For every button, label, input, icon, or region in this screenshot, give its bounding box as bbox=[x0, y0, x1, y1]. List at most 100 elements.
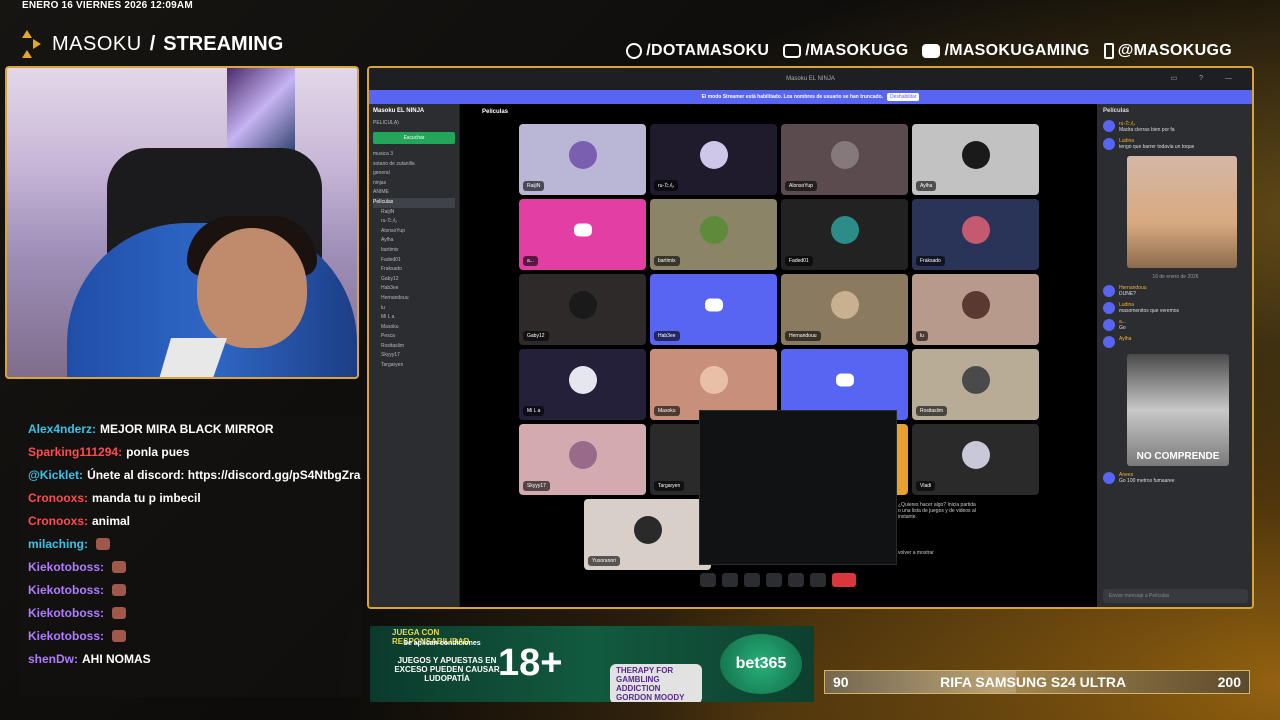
message-text: Go bbox=[1119, 325, 1126, 331]
chat-username[interactable]: Kiekotoboss: bbox=[28, 580, 104, 600]
chat-username[interactable]: Kiekotoboss: bbox=[28, 626, 104, 646]
participant-tile[interactable]: Faded01 bbox=[781, 199, 908, 270]
chat-message: Cronooxs: manda tu p imbecil bbox=[20, 486, 362, 509]
activities-button[interactable] bbox=[766, 573, 782, 587]
voice-member[interactable]: Mi L a bbox=[373, 313, 455, 323]
avatar[interactable] bbox=[1103, 336, 1115, 348]
participant-tile[interactable]: Rositaslim bbox=[912, 349, 1039, 420]
participant-name: ru-たん bbox=[654, 180, 679, 191]
chat-username[interactable]: Kiekotoboss: bbox=[28, 557, 104, 577]
voice-member[interactable]: Masoku bbox=[373, 323, 455, 333]
participant-tile[interactable]: Yusoranori bbox=[584, 499, 711, 570]
chat-username[interactable]: Cronooxs: bbox=[28, 488, 88, 508]
channel-item[interactable]: Películas bbox=[373, 197, 455, 208]
message-author[interactable]: Aylha bbox=[1119, 336, 1131, 342]
participant-tile[interactable]: Hernandouu bbox=[781, 274, 908, 345]
ad-line2: Se aplican condiciones bbox=[403, 640, 481, 647]
voice-member[interactable]: bartimix bbox=[373, 246, 455, 256]
channel-item[interactable]: ninjas bbox=[373, 179, 455, 189]
channel-item[interactable]: musica 3 bbox=[373, 150, 455, 160]
activity-popup[interactable] bbox=[699, 410, 897, 565]
participant-tile[interactable]: bartimix bbox=[650, 199, 777, 270]
voice-member[interactable]: Pesca bbox=[373, 332, 455, 342]
disable-streamer-button[interactable]: Deshabilitar bbox=[887, 93, 920, 101]
participant-tile[interactable]: Mi L a bbox=[519, 349, 646, 420]
cartoon-image[interactable] bbox=[1127, 156, 1237, 268]
discord-logo-icon bbox=[835, 373, 854, 387]
chat-text: MEJOR MIRA BLACK MIRROR bbox=[100, 421, 274, 436]
voice-member[interactable]: Hernandouu bbox=[373, 294, 455, 304]
chat-message: Aylha bbox=[1103, 336, 1248, 348]
voice-member[interactable]: Faded01 bbox=[373, 256, 455, 266]
participant-name: Fraksado bbox=[916, 256, 945, 266]
streamer-mode-banner: El modo Streamer está habilitado. Los no… bbox=[369, 90, 1252, 104]
voice-controls bbox=[700, 570, 900, 590]
participant-tile[interactable]: a... bbox=[519, 199, 646, 270]
voice-member[interactable]: RaijiN bbox=[373, 208, 455, 218]
screen-share-button[interactable] bbox=[744, 573, 760, 587]
chat-text: Únete al discord: https://discord.gg/pS4… bbox=[87, 467, 361, 482]
participant-tile[interactable]: Aylha bbox=[912, 124, 1039, 195]
participant-tile[interactable]: Gaby12 bbox=[519, 274, 646, 345]
participant-tile[interactable]: ru-たん bbox=[650, 124, 777, 195]
voice-member[interactable]: Aylha bbox=[373, 236, 455, 246]
voice-member[interactable]: Gaby12 bbox=[373, 275, 455, 285]
mic-button[interactable] bbox=[700, 573, 716, 587]
avatar[interactable] bbox=[1103, 302, 1115, 314]
voice-member[interactable]: Rositaslim bbox=[373, 342, 455, 352]
chat-message: @Kicklet: Únete al discord: https://disco… bbox=[20, 463, 362, 486]
participant-tile[interactable]: Vladi bbox=[912, 424, 1039, 495]
camera-button[interactable] bbox=[722, 573, 738, 587]
channel-item[interactable]: general bbox=[373, 169, 455, 179]
voice-member[interactable]: Skyyy17 bbox=[373, 351, 455, 361]
participant-tile[interactable]: Hab3ee bbox=[650, 274, 777, 345]
avatar[interactable] bbox=[1103, 138, 1115, 150]
chat-message: Sparking111294: ponla pues bbox=[20, 440, 362, 463]
chat-message: Cronooxs: animal bbox=[20, 509, 362, 532]
server-name[interactable]: Masoku EL NINJA bbox=[373, 108, 455, 114]
participant-tile[interactable]: lu bbox=[912, 274, 1039, 345]
join-event-button[interactable]: Escuchar bbox=[373, 132, 455, 144]
participant-name: Targaryen bbox=[654, 481, 685, 491]
avatar bbox=[830, 291, 859, 320]
window-controls[interactable]: ▭ ? — bbox=[1171, 68, 1242, 90]
tiktok-icon bbox=[1103, 43, 1114, 59]
discord-logo-icon bbox=[573, 223, 592, 237]
message-text: masomenitos que veremos bbox=[1119, 308, 1180, 314]
rabbit-gif[interactable]: NO COMPRENDE bbox=[1127, 354, 1229, 466]
chat-username[interactable]: Kiekotoboss: bbox=[28, 603, 104, 623]
voice-member[interactable]: Targaryen bbox=[373, 361, 455, 371]
voice-member[interactable]: AlonsoYup bbox=[373, 227, 455, 237]
chat-username[interactable]: Cronooxs: bbox=[28, 511, 88, 531]
chat-username[interactable]: Sparking111294: bbox=[28, 442, 122, 462]
participant-tile[interactable]: Fraksado bbox=[912, 199, 1039, 270]
chat-username[interactable]: Alex4nderz: bbox=[28, 419, 96, 439]
message-author[interactable]: ru-たん bbox=[1119, 120, 1175, 127]
voice-member[interactable]: Fraksado bbox=[373, 265, 455, 275]
chat-username[interactable]: @Kicklet: bbox=[28, 465, 83, 485]
avatar[interactable] bbox=[1103, 120, 1115, 132]
avatar[interactable] bbox=[1103, 285, 1115, 297]
disconnect-button[interactable] bbox=[832, 573, 856, 587]
more-button[interactable] bbox=[810, 573, 826, 587]
participant-tile[interactable]: RaijiN bbox=[519, 124, 646, 195]
voice-member[interactable]: lu bbox=[373, 304, 455, 314]
soundboard-button[interactable] bbox=[788, 573, 804, 587]
voice-member[interactable]: Hab3ee bbox=[373, 284, 455, 294]
chat-username[interactable]: shenDw: bbox=[28, 649, 78, 669]
channel-item[interactable]: sotano de zutanilla bbox=[373, 160, 455, 170]
chat-message: Kiekotoboss: bbox=[20, 601, 362, 624]
avatar[interactable] bbox=[1103, 472, 1115, 484]
voice-member[interactable]: ru-たん bbox=[373, 217, 455, 227]
avatar bbox=[568, 141, 597, 170]
participant-tile[interactable]: Skyyy17 bbox=[519, 424, 646, 495]
chat-username[interactable]: milaching: bbox=[28, 534, 88, 554]
avatar[interactable] bbox=[1103, 319, 1115, 331]
channel-item[interactable]: ANIME bbox=[373, 188, 455, 198]
message-input[interactable]: Enviar mensaje a Películas bbox=[1103, 589, 1248, 603]
triangle-logo-icon bbox=[22, 30, 44, 58]
activity-hint: ¿Quieres hacer algo? Inicia partida o un… bbox=[898, 502, 976, 556]
participant-tile[interactable]: AlonsoYup bbox=[781, 124, 908, 195]
chat-message: Hernandouu DUNE? bbox=[1103, 285, 1248, 297]
raffle-progress-bar: 90 RIFA SAMSUNG S24 ULTRA 200 bbox=[824, 670, 1250, 694]
